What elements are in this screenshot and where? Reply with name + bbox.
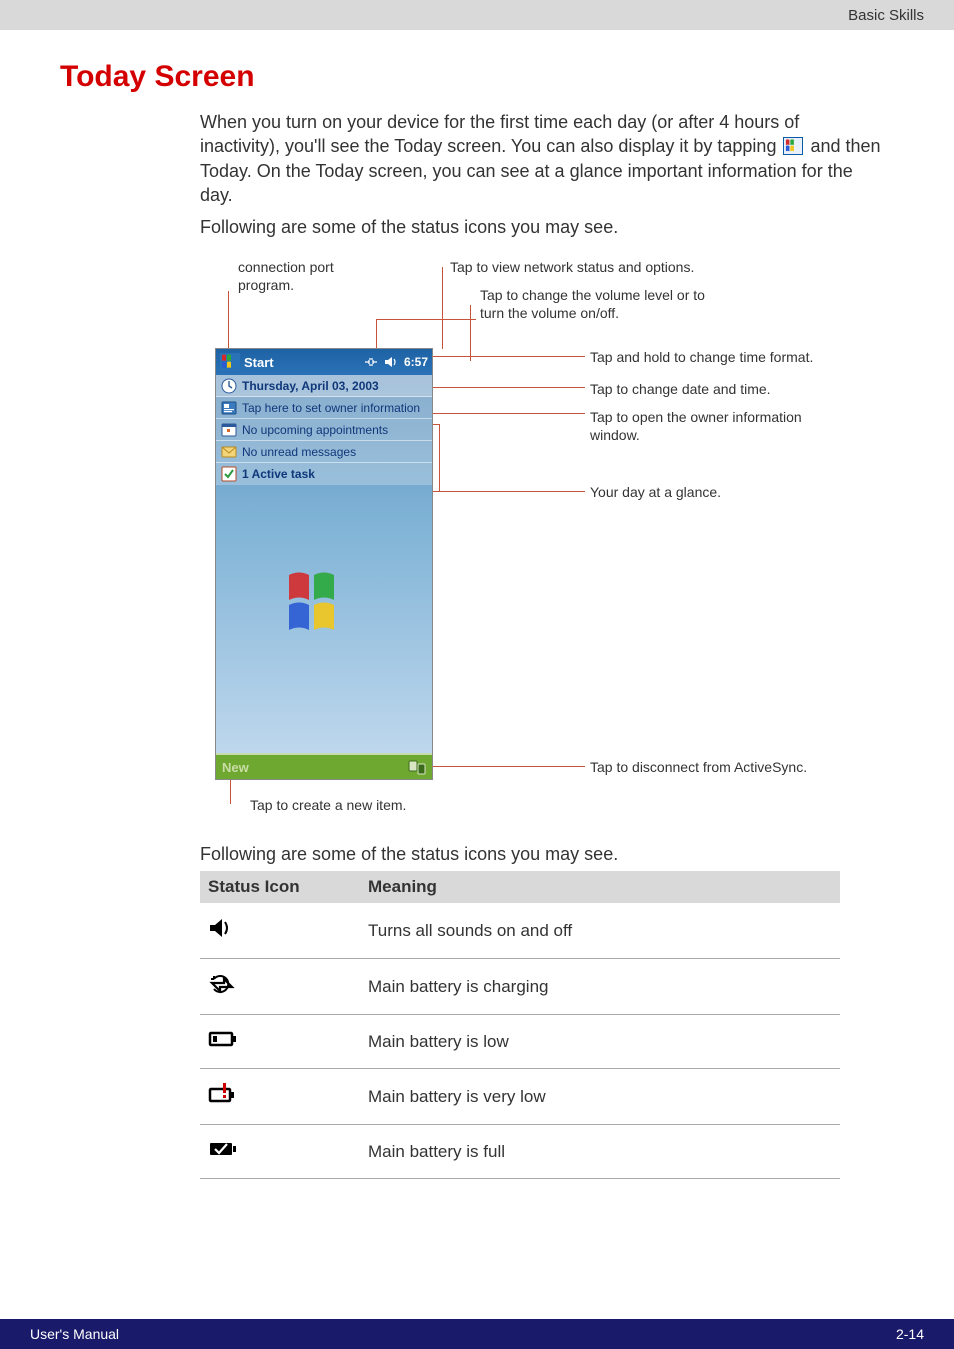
start-label[interactable]: Start — [244, 355, 364, 370]
tasks-text: 1 Active task — [242, 467, 315, 481]
start-flag-icon[interactable] — [220, 353, 240, 371]
status-icon-table: Status Icon Meaning Turns all sounds on … — [200, 871, 840, 1179]
messages-text: No unread messages — [242, 445, 356, 459]
status-icons-intro: Following are some of the status icons y… — [200, 215, 884, 239]
callout-activesync: Tap to disconnect from ActiveSync. — [590, 759, 840, 777]
table-row: Turns all sounds on and off — [200, 903, 840, 959]
footer-right: 2-14 — [896, 1326, 924, 1342]
callout-owner-info: Tap to open the owner information window… — [590, 409, 840, 444]
footer-left: User's Manual — [30, 1326, 119, 1342]
meaning-cell: Main battery is low — [360, 1015, 840, 1069]
messages-row[interactable]: No unread messages — [216, 441, 432, 463]
appointments-text: No upcoming appointments — [242, 423, 388, 437]
connection-icon[interactable] — [364, 355, 378, 369]
table-row: Main battery is full — [200, 1125, 840, 1179]
new-button[interactable]: New — [222, 760, 249, 775]
callout-volume: Tap to change the volume level or to tur… — [480, 287, 710, 322]
today-date-row[interactable]: Thursday, April 03, 2003 — [216, 375, 432, 397]
mail-icon — [220, 443, 238, 461]
tasks-icon — [220, 465, 238, 483]
table-row: Main battery is very low — [200, 1069, 840, 1125]
device-title-bar[interactable]: Start 6:57 — [216, 349, 432, 375]
callout-date-time: Tap to change date and time. — [590, 381, 840, 399]
owner-info-icon — [220, 399, 238, 417]
device-mockup: Start 6:57 Thursday, April 03, 2003 Tap — [216, 349, 432, 779]
col-meaning: Meaning — [360, 871, 840, 903]
appointments-row[interactable]: No upcoming appointments — [216, 419, 432, 441]
callout-time-format: Tap and hold to change time format. — [590, 349, 840, 367]
owner-info-row[interactable]: Tap here to set owner information — [216, 397, 432, 419]
windows-flag-icon — [783, 137, 803, 155]
table-row: Main battery is charging — [200, 959, 840, 1015]
activesync-icon[interactable] — [408, 759, 426, 775]
meaning-cell: Turns all sounds on and off — [360, 903, 840, 959]
device-background — [216, 485, 432, 715]
today-date-text: Thursday, April 03, 2003 — [242, 379, 379, 393]
speaker-icon — [200, 903, 360, 959]
clock-time[interactable]: 6:57 — [404, 355, 428, 369]
callout-new-item: Tap to create a new item. — [250, 797, 406, 813]
calendar-icon — [220, 421, 238, 439]
header-bar: Basic Skills — [0, 0, 954, 30]
battery-very-low-icon — [200, 1069, 360, 1125]
clock-icon — [220, 377, 238, 395]
meaning-cell: Main battery is full — [360, 1125, 840, 1179]
footer-bar: User's Manual 2-14 — [0, 1319, 954, 1349]
today-screen-diagram: connection port program. Tap to view net… — [200, 259, 840, 824]
table-row: Main battery is low — [200, 1015, 840, 1069]
meaning-cell: Main battery is charging — [360, 959, 840, 1015]
callout-day-glance: Your day at a glance. — [590, 484, 840, 502]
table-intro: Following are some of the status icons y… — [200, 844, 884, 865]
volume-icon[interactable] — [384, 355, 398, 369]
header-section: Basic Skills — [848, 7, 924, 24]
intro-paragraph: When you turn on your device for the fir… — [200, 110, 884, 207]
intro-text-a: When you turn on your device for the fir… — [200, 112, 799, 156]
tasks-row[interactable]: 1 Active task — [216, 463, 432, 485]
battery-full-icon — [200, 1125, 360, 1179]
device-bottom-bar: New — [216, 753, 432, 779]
page-title: Today Screen — [60, 60, 954, 94]
meaning-cell: Main battery is very low — [360, 1069, 840, 1125]
callout-network-status: Tap to view network status and options. — [450, 259, 710, 277]
callout-connection-port: connection port program. — [238, 259, 378, 294]
battery-charging-icon — [200, 959, 360, 1015]
windows-logo-large-icon — [284, 565, 364, 635]
owner-info-text: Tap here to set owner information — [242, 401, 420, 415]
col-status-icon: Status Icon — [200, 871, 360, 903]
battery-low-icon — [200, 1015, 360, 1069]
